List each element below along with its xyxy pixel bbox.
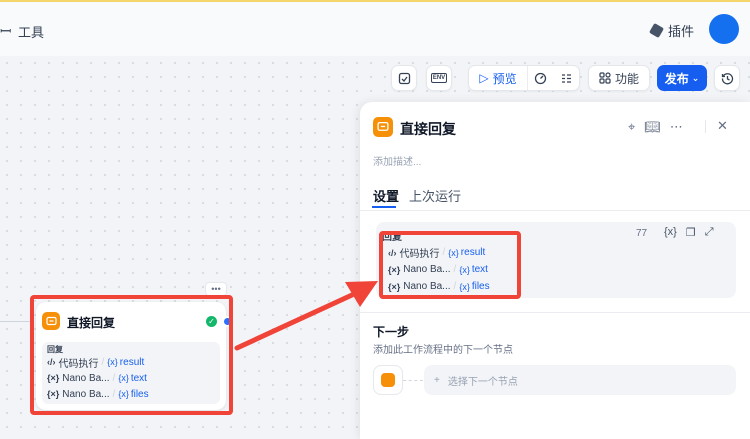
- avatar[interactable]: [709, 14, 739, 44]
- divider: [705, 120, 706, 133]
- preview-group: ▷ 预览: [468, 65, 580, 91]
- active-tab-indicator: [372, 206, 396, 208]
- next-step-connector: [403, 380, 423, 381]
- features-label: 功能: [614, 71, 639, 86]
- copy-icon[interactable]: ❐: [686, 226, 696, 239]
- edit-check-icon: [398, 72, 410, 84]
- preview-button[interactable]: ▷ 预览: [469, 66, 527, 90]
- play-icon: ▷: [479, 71, 489, 85]
- next-step-title: 下一步: [373, 325, 410, 339]
- divider: [360, 312, 750, 313]
- more-icon[interactable]: ⋯: [670, 119, 683, 135]
- version-history-button[interactable]: [714, 65, 740, 91]
- env-icon: ENV: [430, 73, 448, 83]
- tools-tab[interactable]: 工具: [18, 22, 44, 41]
- plugins-label: 插件: [668, 24, 695, 39]
- cube-icon: [648, 22, 665, 39]
- preview-label: 预览: [492, 71, 517, 86]
- current-node-chip: [373, 365, 403, 395]
- next-step-description: 添加此工作流程中的下一个节点: [373, 345, 513, 356]
- checklist-icon-button[interactable]: [553, 66, 579, 90]
- highlight-box-node: [30, 295, 233, 415]
- highlight-box-reply: [379, 231, 521, 299]
- reply-node-icon: [381, 373, 395, 387]
- grid-icon: [599, 72, 611, 84]
- chevron-down-icon: ⌄: [691, 72, 700, 83]
- list-check-icon: [561, 73, 571, 83]
- publish-button[interactable]: 发布 ⌄: [657, 65, 707, 91]
- top-bar: ꟷ 工具 插件: [0, 0, 750, 56]
- run-history-button[interactable]: [527, 66, 553, 90]
- insert-variable-icon[interactable]: {x}: [664, 226, 677, 239]
- tab-settings[interactable]: 设置: [373, 186, 399, 205]
- panel-header-actions: ⌖ 📖︎ ⋯: [628, 119, 683, 135]
- select-next-node-button[interactable]: + 选择下一个节点: [424, 365, 736, 395]
- divider: [360, 210, 750, 211]
- plugins-button[interactable]: 插件: [648, 21, 695, 40]
- checklist-button[interactable]: [391, 65, 417, 91]
- reply-editor-actions: {x} ❐ ⤢: [664, 226, 714, 239]
- crosshair-icon[interactable]: ⌖: [628, 119, 635, 135]
- reply-node-icon: [373, 117, 393, 137]
- select-next-label: 选择下一个节点: [447, 376, 518, 388]
- history-icon: [721, 72, 733, 84]
- incoming-edge: [0, 321, 30, 322]
- env-button[interactable]: ENV: [426, 65, 452, 91]
- publish-label: 发布: [664, 71, 689, 86]
- panel-title[interactable]: 直接回复: [400, 119, 456, 139]
- node-more-button[interactable]: •••: [205, 282, 227, 296]
- gauge-icon: [534, 72, 547, 84]
- tab-last-run[interactable]: 上次运行: [409, 186, 461, 205]
- expand-icon[interactable]: ⤢: [705, 226, 714, 239]
- book-icon[interactable]: 📖︎: [644, 119, 661, 135]
- tool-icon: ꟷ: [0, 23, 12, 39]
- close-icon[interactable]: ✕: [717, 118, 728, 134]
- plus-icon: +: [434, 374, 440, 386]
- char-count: 77: [636, 228, 648, 239]
- features-button[interactable]: 功能: [588, 65, 650, 91]
- description-input[interactable]: 添加描述...: [373, 153, 421, 168]
